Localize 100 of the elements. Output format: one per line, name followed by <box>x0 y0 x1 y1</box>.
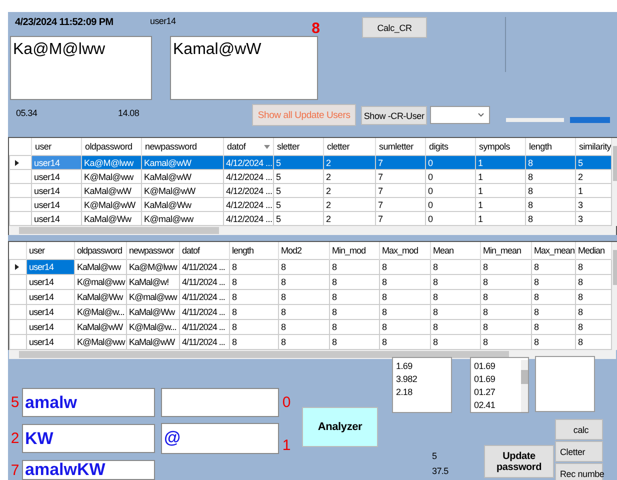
vertical-scrollbar[interactable] <box>521 360 528 412</box>
table-cell: user14 <box>32 170 82 184</box>
calc-cr-button[interactable]: Calc_CR <box>362 17 427 38</box>
table-cell: KaMal@w! <box>126 274 180 290</box>
list-item[interactable]: 2.18 <box>396 386 448 399</box>
table-cell: 1 <box>476 184 526 198</box>
list-box[interactable]: 01.69 01.69 01.27 02.41 <box>470 357 529 413</box>
table-cell: KaMal@ww <box>74 260 126 274</box>
table-cell: 5 <box>274 184 324 198</box>
text-field[interactable]: amalw <box>22 388 155 417</box>
table-cell: 2 <box>324 184 376 198</box>
table-cell: user14 <box>26 304 74 320</box>
count-label: 0 <box>281 394 292 411</box>
column-header[interactable]: Min_mean <box>480 242 532 260</box>
table-cell: K@mal@ww <box>126 290 180 304</box>
new-password-field[interactable]: Kamal@wW <box>170 36 318 100</box>
horizontal-scrollbar[interactable] <box>9 226 616 235</box>
old-password-field[interactable]: Ka@M@lww <box>10 36 152 100</box>
horizontal-scrollbar[interactable] <box>9 350 616 359</box>
table-cell: 8 <box>430 260 480 274</box>
table-cell: 8 <box>278 260 330 274</box>
table-cell: 8 <box>532 260 576 274</box>
user-label: user14 <box>150 16 176 26</box>
side-button[interactable]: calc <box>555 419 603 440</box>
column-header[interactable]: Min_mod <box>330 242 380 260</box>
table-cell: 2 <box>324 198 376 212</box>
table-cell: 8 <box>230 290 278 304</box>
count-label: 1 <box>281 437 292 454</box>
side-button[interactable]: Cletter <box>555 441 603 462</box>
table-cell: 1 <box>476 170 526 184</box>
table-cell: 8 <box>278 304 330 320</box>
table-cell: 8 <box>526 184 576 198</box>
list-item[interactable]: 02.41 <box>474 399 521 412</box>
table-cell: 8 <box>526 170 576 184</box>
text-field[interactable]: KW <box>22 424 155 453</box>
table-cell: KaMal@wW <box>74 320 126 334</box>
table-cell: 2 <box>324 156 376 170</box>
result-label: 37.5 <box>432 465 450 478</box>
side-button[interactable]: Rec numbe <box>555 463 603 480</box>
table-cell: K@Mal@ww <box>82 170 142 184</box>
table-cell: Kamal@wW <box>142 156 224 170</box>
table-cell: 4/11/2024 ... <box>180 304 230 320</box>
table-cell: 7 <box>376 156 426 170</box>
table-cell: 8 <box>532 320 576 334</box>
table-cell: 5 <box>274 156 324 170</box>
table-cell: 8 <box>380 274 430 290</box>
table-cell: 4/11/2024 ... <box>180 274 230 290</box>
table-cell: 1 <box>476 198 526 212</box>
table-cell: K@Mal@w... <box>74 304 126 320</box>
list-item[interactable]: 01.69 <box>474 373 521 386</box>
column-header[interactable]: length <box>230 242 278 260</box>
column-header[interactable]: Mean <box>430 242 480 260</box>
column-header[interactable]: oldpassword <box>74 242 126 260</box>
text-field[interactable]: amalwKW <box>22 460 155 480</box>
table-row[interactable]: user14 KaMal@wW K@Mal@wW 4/12/2024 ... 5 2 7 0 1 8 1 <box>10 184 612 198</box>
table-row[interactable]: user14 Ka@M@lww Kamal@wW 4/12/2024 ... 5 2 7 0 1 8 5 <box>10 156 612 170</box>
column-header[interactable]: Mod2 <box>278 242 330 260</box>
list-box[interactable]: 1.69 3.982 2.18 <box>392 357 452 413</box>
table-cell: Ka@M@lww <box>126 260 180 274</box>
table-cell: KaMal@Ww <box>74 290 126 304</box>
user-dropdown[interactable] <box>430 106 490 124</box>
show-cr-user-button[interactable]: Show -CR-User <box>361 106 428 125</box>
table-cell: 4/12/2024 ... <box>224 198 274 212</box>
table-cell: 8 <box>330 290 380 304</box>
table-row[interactable]: user14 KaMal@ww Ka@M@lww 4/11/2024 ... 8 8 8 8 8 8 8 8 <box>10 260 612 274</box>
analyzer-button[interactable]: Analyzer <box>302 407 378 447</box>
table-row[interactable]: user14 K@Mal@ww KaMal@wW 4/12/2024 ... 5 2 7 0 1 8 2 <box>10 170 612 184</box>
table-row[interactable]: user14 K@Mal@w... KaMal@Ww 4/11/2024 ... 8 8 8 8 8 8 8 8 <box>10 304 612 320</box>
table-cell: user14 <box>26 320 74 334</box>
list-item[interactable]: 3.982 <box>396 373 448 386</box>
table-cell: 5 <box>274 198 324 212</box>
table-cell: 8 <box>480 260 532 274</box>
column-header[interactable]: Max_mod <box>380 242 430 260</box>
table-cell: 8 <box>430 274 480 290</box>
update-password-button[interactable]: Update password <box>484 445 554 478</box>
column-header[interactable]: Max_mean <box>532 242 576 260</box>
column-header[interactable]: datof <box>180 242 230 260</box>
result-label: 5 <box>432 450 438 463</box>
table-row[interactable]: user14 KaMal@Ww K@mal@ww 4/11/2024 ... 8 8 8 8 8 8 8 8 <box>10 290 612 304</box>
text-field[interactable]: @ <box>161 423 279 454</box>
table-cell: 4/11/2024 ... <box>180 320 230 334</box>
table-cell: 8 <box>576 260 612 274</box>
text-field[interactable] <box>161 388 279 417</box>
table-cell: 8 <box>532 274 576 290</box>
column-header[interactable]: newpasswor <box>126 242 180 260</box>
list-item[interactable]: 01.27 <box>474 386 521 399</box>
table-cell: 8 <box>480 274 532 290</box>
table-row[interactable]: user14 KaMal@wW K@Mal@w... 4/11/2024 ... 8 8 8 8 8 8 8 8 <box>10 320 612 334</box>
table-row[interactable]: user14 K@Mal@wW KaMal@Ww 4/12/2024 ... 5 2 7 0 1 8 3 <box>10 198 612 212</box>
table-cell: 0 <box>426 198 476 212</box>
list-item[interactable]: 1.69 <box>396 360 448 373</box>
table-cell: 5 <box>274 170 324 184</box>
table-cell: 8 <box>532 290 576 304</box>
table-cell: 8 <box>480 304 532 320</box>
table-cell: KaMal@Ww <box>126 304 180 320</box>
table-cell: 8 <box>278 320 330 334</box>
table-row[interactable]: user14 K@mal@ww KaMal@w! 4/11/2024 ... 8 8 8 8 8 8 8 8 <box>10 274 612 290</box>
value-label: 05.34 <box>16 108 38 118</box>
list-item[interactable]: 01.69 <box>474 360 521 373</box>
table-cell: KaMal@Ww <box>142 198 224 212</box>
